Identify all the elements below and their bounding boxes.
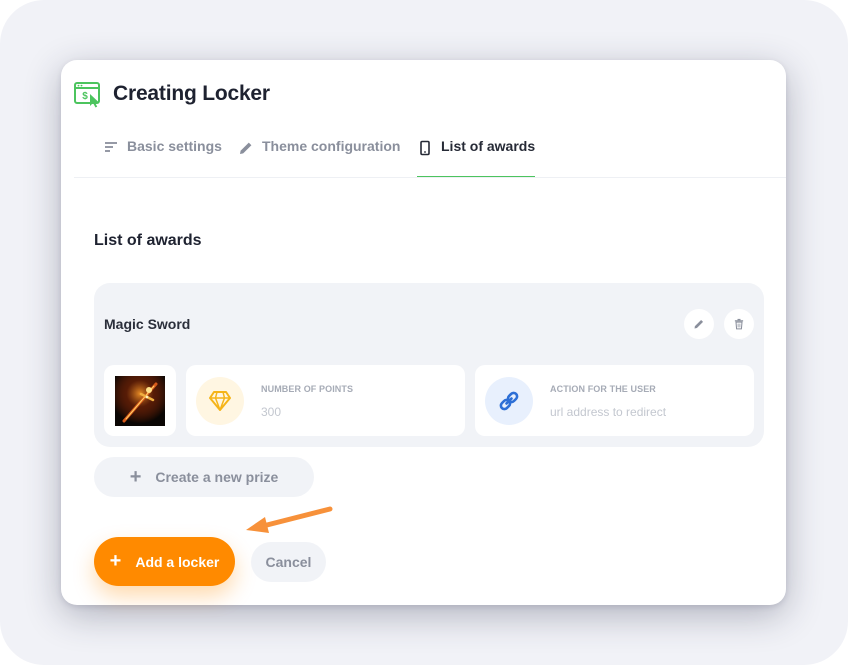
magic-sword-image: [115, 376, 165, 426]
action-label: ACTION FOR THE USER: [550, 384, 656, 394]
edit-prize-button[interactable]: [684, 309, 714, 339]
pencil-icon: [694, 319, 704, 329]
tab-divider: [74, 177, 786, 178]
svg-text:$: $: [82, 91, 88, 102]
browser-dollar-icon: $: [74, 82, 100, 108]
tab-label: Theme configuration: [262, 138, 401, 154]
page-title: Creating Locker: [113, 82, 270, 105]
action-field: ACTION FOR THE USER: [475, 365, 754, 436]
tab-list-of-awards[interactable]: List of awards: [417, 138, 536, 178]
section-title: List of awards: [94, 232, 202, 249]
points-label: NUMBER OF POINTS: [261, 384, 354, 394]
phone-icon: [420, 140, 430, 156]
delete-prize-button[interactable]: [724, 309, 754, 339]
add-locker-button[interactable]: + Add a locker: [94, 537, 235, 586]
lines-icon: [105, 142, 117, 152]
trash-icon: [734, 318, 744, 330]
create-prize-button[interactable]: + Create a new prize: [94, 457, 314, 497]
link-icon: [499, 391, 519, 411]
plus-icon: +: [109, 550, 122, 572]
creating-locker-dialog: $ Creating Locker Basic settings Theme c…: [61, 60, 786, 605]
diamond-icon-badge: [196, 377, 244, 425]
points-input[interactable]: [261, 405, 441, 419]
tab-label: List of awards: [441, 138, 536, 154]
arrow-annotation-icon: [246, 506, 333, 533]
prize-image-box[interactable]: [104, 365, 176, 436]
add-locker-label: Add a locker: [135, 553, 220, 570]
points-field: NUMBER OF POINTS: [186, 365, 465, 436]
diamond-icon: [209, 391, 231, 411]
cancel-label: Cancel: [265, 554, 312, 570]
pencil-icon: [240, 142, 252, 154]
tab-bar: Basic settings Theme configuration List …: [61, 138, 786, 178]
tab-basic-settings[interactable]: Basic settings: [103, 138, 222, 178]
tab-theme-configuration[interactable]: Theme configuration: [238, 138, 400, 178]
tab-label: Basic settings: [127, 138, 222, 154]
cancel-button[interactable]: Cancel: [251, 542, 326, 582]
prize-name: Magic Sword: [104, 316, 191, 332]
url-input[interactable]: [550, 405, 730, 419]
plus-icon: +: [129, 465, 142, 488]
create-prize-label: Create a new prize: [155, 469, 279, 485]
prize-card: Magic Sword NUMBER OF POINTS 300 ACTION …: [94, 283, 764, 447]
link-icon-badge: [485, 377, 533, 425]
